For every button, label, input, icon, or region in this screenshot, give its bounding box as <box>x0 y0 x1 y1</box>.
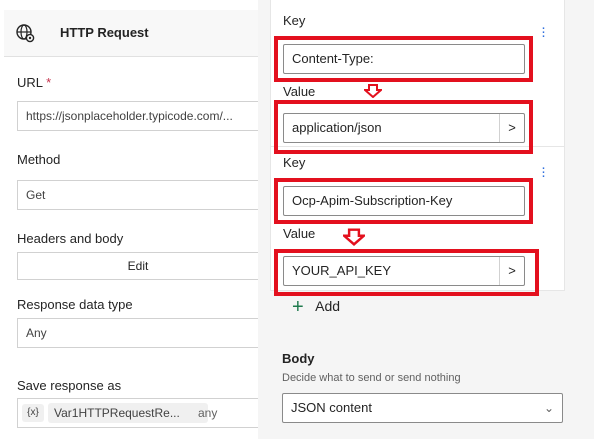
header-key-label: Key <box>283 13 306 28</box>
header-value-label: Value <box>283 84 316 99</box>
down-arrow-icon <box>343 228 365 246</box>
save-response-variable[interactable]: {x} Var1HTTPRequestRe... any <box>17 398 258 428</box>
body-description: Decide what to send or send nothing <box>282 372 461 384</box>
variable-name: Var1HTTPRequestRe... <box>54 406 180 420</box>
highlight-box <box>274 36 533 82</box>
down-arrow-icon <box>364 84 382 98</box>
highlight-box <box>274 249 539 296</box>
more-options-icon[interactable]: · · · <box>541 160 547 183</box>
plus-icon: + <box>292 296 304 319</box>
header-value-label: Value <box>283 226 316 241</box>
action-header: HTTP Request <box>4 10 258 57</box>
highlight-box <box>274 100 533 154</box>
add-label: Add <box>315 298 341 314</box>
body-label: Body <box>282 351 315 366</box>
headers-body-label: Headers and body <box>17 231 124 246</box>
globe-settings-icon <box>16 24 35 43</box>
body-type-dropdown[interactable]: JSON content ⌄ <box>282 393 563 423</box>
edit-headers-button[interactable]: Edit <box>17 252 258 280</box>
method-select[interactable]: Get <box>17 180 258 210</box>
more-options-icon[interactable]: · · · <box>541 20 547 43</box>
highlight-box <box>274 178 533 224</box>
save-response-label: Save response as <box>17 378 122 393</box>
response-type-label: Response data type <box>17 297 133 312</box>
method-label: Method <box>17 152 61 167</box>
action-title: HTTP Request <box>60 25 149 40</box>
add-header-button[interactable]: + Add <box>292 296 341 319</box>
variable-chip[interactable]: Var1HTTPRequestRe... <box>48 403 208 423</box>
variable-icon: {x} <box>22 404 44 422</box>
chevron-down-icon: ⌄ <box>543 401 554 415</box>
http-request-properties-panel: HTTP Request URL * https://jsonplacehold… <box>0 0 258 439</box>
variable-type: any <box>198 406 218 420</box>
response-type-select[interactable]: Any <box>17 318 258 348</box>
url-label: URL * <box>17 75 52 90</box>
body-type-value: JSON content <box>291 400 372 415</box>
header-key-label: Key <box>283 155 306 170</box>
url-input[interactable]: https://jsonplaceholder.typicode.com/... <box>17 101 258 131</box>
